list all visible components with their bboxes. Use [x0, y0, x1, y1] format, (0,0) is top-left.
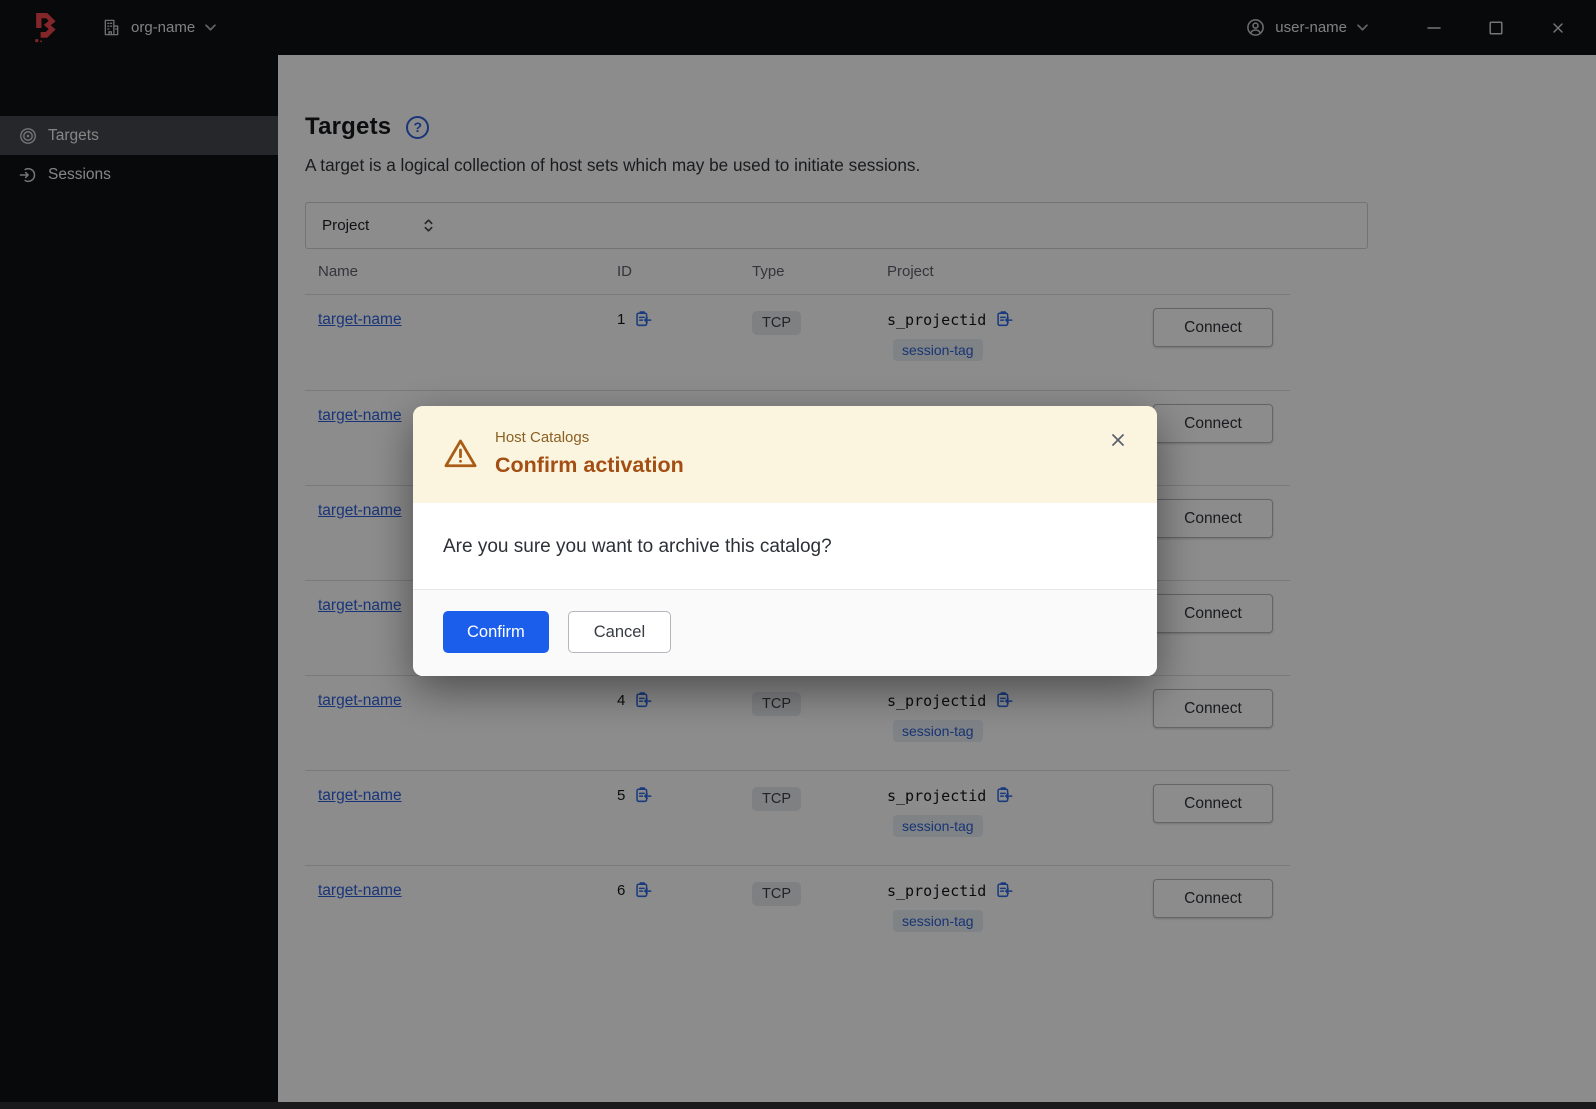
modal-footer: Confirm Cancel [413, 589, 1157, 676]
modal-titles: Host Catalogs Confirm activation [495, 429, 684, 478]
modal-header: Host Catalogs Confirm activation [413, 406, 1157, 503]
modal-context-label: Host Catalogs [495, 429, 590, 446]
close-icon [1108, 430, 1128, 450]
confirm-button[interactable]: Confirm [443, 611, 549, 653]
cancel-button[interactable]: Cancel [567, 611, 672, 653]
modal-title: Confirm activation [495, 453, 684, 477]
modal-close-button[interactable] [1108, 430, 1128, 450]
modal-message: Are you sure you want to archive this ca… [443, 536, 832, 557]
confirm-modal: Host Catalogs Confirm activation Are you… [413, 406, 1157, 676]
warning-icon [443, 436, 478, 478]
